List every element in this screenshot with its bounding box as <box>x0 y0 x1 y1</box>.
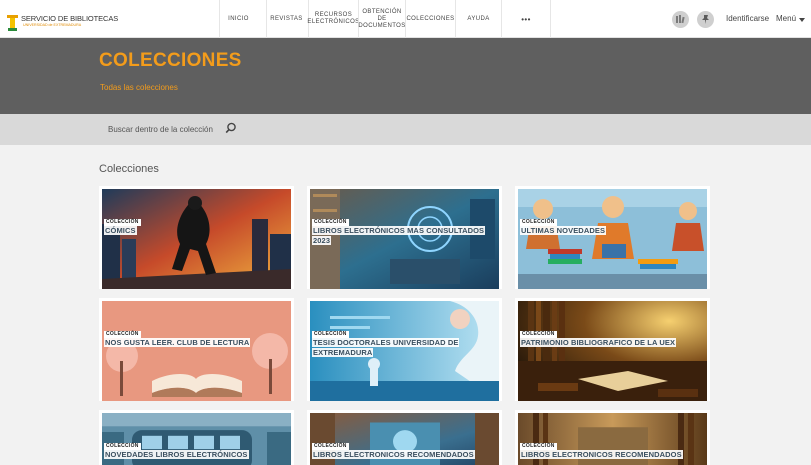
top-navbar: SERVICIO DE BIBLIOTECAS UNIVERSIDAD de E… <box>0 0 811 38</box>
collection-title: LIBROS ELECTRÓNICOS MAS CONSULTADOS 2023 <box>312 226 486 245</box>
logo-subtitle: UNIVERSIDAD de EXTREMADURA <box>23 23 82 27</box>
nav-item-label-line: OBTENCIÓN <box>362 8 402 15</box>
collection-title: ULTIMAS NOVEDADES <box>520 226 607 235</box>
collection-card-libros-electronicos-recomendados-2[interactable]: COLECCIÓN LIBROS ELECTRONICOS RECOMENDAD… <box>515 410 710 465</box>
nav-item-label-line: DE <box>377 15 387 22</box>
collection-tag: COLECCIÓN <box>104 443 141 450</box>
collection-card-tesis-doctorales[interactable]: COLECCIÓN TESIS DOCTORALES UNIVERSIDAD D… <box>307 298 502 401</box>
search-input[interactable]: Buscar dentro de la colección <box>108 125 213 134</box>
login-link[interactable]: Identificarse <box>726 14 769 23</box>
collection-thumbnail <box>518 301 707 401</box>
nav-item-label-line: RECURSOS <box>314 12 353 18</box>
collection-thumbnail <box>102 301 291 401</box>
nav-item-colecciones[interactable]: COLECCIONES <box>405 0 455 38</box>
collection-card-libros-electronicos-recomendados-1[interactable]: COLECCIÓN LIBROS ELECTRONICOS RECOMENDAD… <box>307 410 502 465</box>
collection-title: TESIS DOCTORALES UNIVERSIDAD DE EXTREMAD… <box>312 338 460 357</box>
nav-item-label: INICIO <box>228 15 249 22</box>
library-logo[interactable]: SERVICIO DE BIBLIOTECAS UNIVERSIDAD de E… <box>7 12 147 32</box>
nav-item-label-line: ELECTRÓNICOS <box>307 19 360 25</box>
collection-tag: COLECCIÓN <box>104 331 141 338</box>
page-header: COLECCIONES Todas las colecciones <box>0 38 811 114</box>
collection-tag: COLECCIÓN <box>520 219 557 226</box>
collection-tag: COLECCIÓN <box>520 331 557 338</box>
collection-card-comics[interactable]: COLECCIÓN CÓMICS <box>99 186 294 289</box>
nav-item-more[interactable]: ••• <box>501 0 551 38</box>
collection-tag: COLECCIÓN <box>104 219 141 226</box>
nav-item-recursos-electronicos[interactable]: RECURSOS ELECTRÓNICOS <box>307 0 360 38</box>
collection-tag: COLECCIÓN <box>312 443 349 450</box>
books-icon[interactable] <box>672 11 689 28</box>
nav-item-label: AYUDA <box>467 15 490 22</box>
nav-item-inicio[interactable]: INICIO <box>219 0 257 38</box>
pin-icon[interactable] <box>697 11 714 28</box>
collection-card-patrimonio-bibliografico[interactable]: COLECCIÓN PATRIMONIO BIBLIOGRAFICO DE LA… <box>515 298 710 401</box>
logo-title: SERVICIO DE BIBLIOTECAS <box>21 14 119 23</box>
section-title: Colecciones <box>99 163 159 175</box>
page-subtitle-link[interactable]: Todas las colecciones <box>100 83 178 92</box>
collection-title: PATRIMONIO BIBLIOGRAFICO DE LA UEX <box>520 338 677 347</box>
collection-search-bar: Buscar dentro de la colección <box>0 114 811 145</box>
collection-thumbnail <box>518 189 707 289</box>
collection-tag: COLECCIÓN <box>312 331 349 338</box>
collection-title: LIBROS ELECTRONICOS RECOMENDADOS <box>520 450 683 459</box>
nav-item-label: REVISTAS <box>270 15 303 22</box>
nav-item-label-line: DOCUMENTOS <box>358 22 406 29</box>
nav-item-label: COLECCIONES <box>406 15 455 22</box>
collection-card-libros-electronicos-mas-consultados[interactable]: COLECCIÓN LIBROS ELECTRÓNICOS MAS CONSUL… <box>307 186 502 289</box>
nav-item-obtencion-documentos[interactable]: OBTENCIÓN DE DOCUMENTOS <box>358 0 405 38</box>
collection-card-novedades-libros-electronicos[interactable]: COLECCIÓN NOVEDADES LIBROS ELECTRÓNICOS <box>99 410 294 465</box>
logo-mark-icon <box>7 12 18 32</box>
collection-title: LIBROS ELECTRONICOS RECOMENDADOS <box>312 450 475 459</box>
collection-card-nos-gusta-leer[interactable]: COLECCIÓN NOS GUSTA LEER. CLUB DE LECTUR… <box>99 298 294 401</box>
page-title: COLECCIONES <box>99 50 242 71</box>
collection-tag: COLECCIÓN <box>520 443 557 450</box>
collection-tag: COLECCIÓN <box>312 219 349 226</box>
collection-title: NOVEDADES LIBROS ELECTRÓNICOS <box>104 450 249 459</box>
menu-button[interactable]: Menú <box>776 14 796 23</box>
nav-item-revistas[interactable]: REVISTAS <box>266 0 306 38</box>
collection-card-ultimas-novedades[interactable]: COLECCIÓN ULTIMAS NOVEDADES <box>515 186 710 289</box>
chevron-down-icon[interactable] <box>799 18 805 22</box>
collection-thumbnail <box>102 189 291 289</box>
collection-title: CÓMICS <box>104 226 137 235</box>
nav-item-ayuda[interactable]: AYUDA <box>455 0 501 38</box>
search-icon[interactable] <box>225 122 237 134</box>
collection-title: NOS GUSTA LEER. CLUB DE LECTURA <box>104 338 251 347</box>
more-icon: ••• <box>521 14 531 24</box>
